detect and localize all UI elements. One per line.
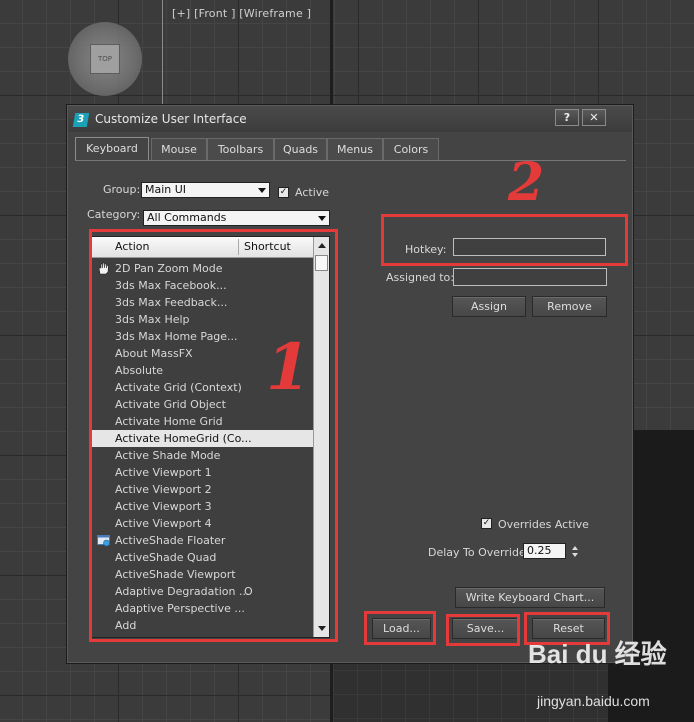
category-value: All Commands (147, 211, 227, 224)
active-label: Active (295, 186, 330, 199)
annotation-mark-2: 2 (508, 152, 545, 213)
help-button[interactable]: ? (555, 109, 579, 126)
tab-quads[interactable]: Quads (274, 138, 327, 160)
annotation-box-load (364, 611, 436, 645)
close-button[interactable]: ✕ (582, 109, 606, 126)
spinner-down-icon[interactable] (572, 553, 578, 557)
tab-keyboard[interactable]: Keyboard (75, 137, 149, 161)
group-label: Group: (103, 183, 141, 196)
dialog-title: Customize User Interface (95, 112, 247, 126)
chevron-down-icon (318, 216, 326, 221)
baidu-watermark-logo: Bai du 经验 (528, 639, 667, 669)
viewport-label[interactable]: [+] [Front ] [Wireframe ] (172, 7, 311, 20)
tab-colors[interactable]: Colors (383, 138, 439, 160)
tab-mouse[interactable]: Mouse (151, 138, 207, 160)
viewcube[interactable]: TOP (68, 22, 142, 96)
viewcube-face[interactable]: TOP (90, 44, 120, 74)
baidu-watermark-url: jingyan.baidu.com (537, 693, 650, 709)
write-keyboard-chart-button[interactable]: Write Keyboard Chart... (455, 587, 605, 608)
dialog-titlebar[interactable]: 3 Customize User Interface ? ✕ (68, 106, 632, 132)
group-dropdown[interactable]: Main UI (141, 182, 270, 198)
tab-menus[interactable]: Menus (327, 138, 383, 160)
assign-button[interactable]: Assign (452, 296, 526, 317)
assigned-to-label: Assigned to: (386, 271, 454, 284)
assigned-to-field (453, 268, 607, 286)
annotation-box-hotkey (381, 214, 628, 266)
annotation-box-save (446, 614, 520, 646)
category-label: Category: (87, 208, 141, 221)
tab-toolbars[interactable]: Toolbars (207, 138, 274, 160)
3dsmax-app-icon: 3 (72, 113, 90, 127)
active-checkbox[interactable]: ✓ (278, 187, 289, 198)
chevron-down-icon (258, 188, 266, 193)
delay-to-override-label: Delay To Override: (428, 546, 530, 559)
annotation-box-list (89, 229, 338, 642)
overrides-active-checkbox[interactable]: ✓ (481, 518, 492, 529)
overrides-active-label: Overrides Active (498, 518, 589, 531)
group-value: Main UI (145, 183, 187, 196)
delay-to-override-spinner[interactable]: 0.25 (523, 543, 566, 559)
annotation-mark-1: 1 (266, 330, 311, 405)
close-icon: ✕ (589, 111, 599, 124)
category-dropdown[interactable]: All Commands (143, 210, 330, 226)
spinner-arrows-icon[interactable] (570, 543, 581, 559)
spinner-up-icon[interactable] (572, 546, 578, 550)
remove-button[interactable]: Remove (532, 296, 607, 317)
